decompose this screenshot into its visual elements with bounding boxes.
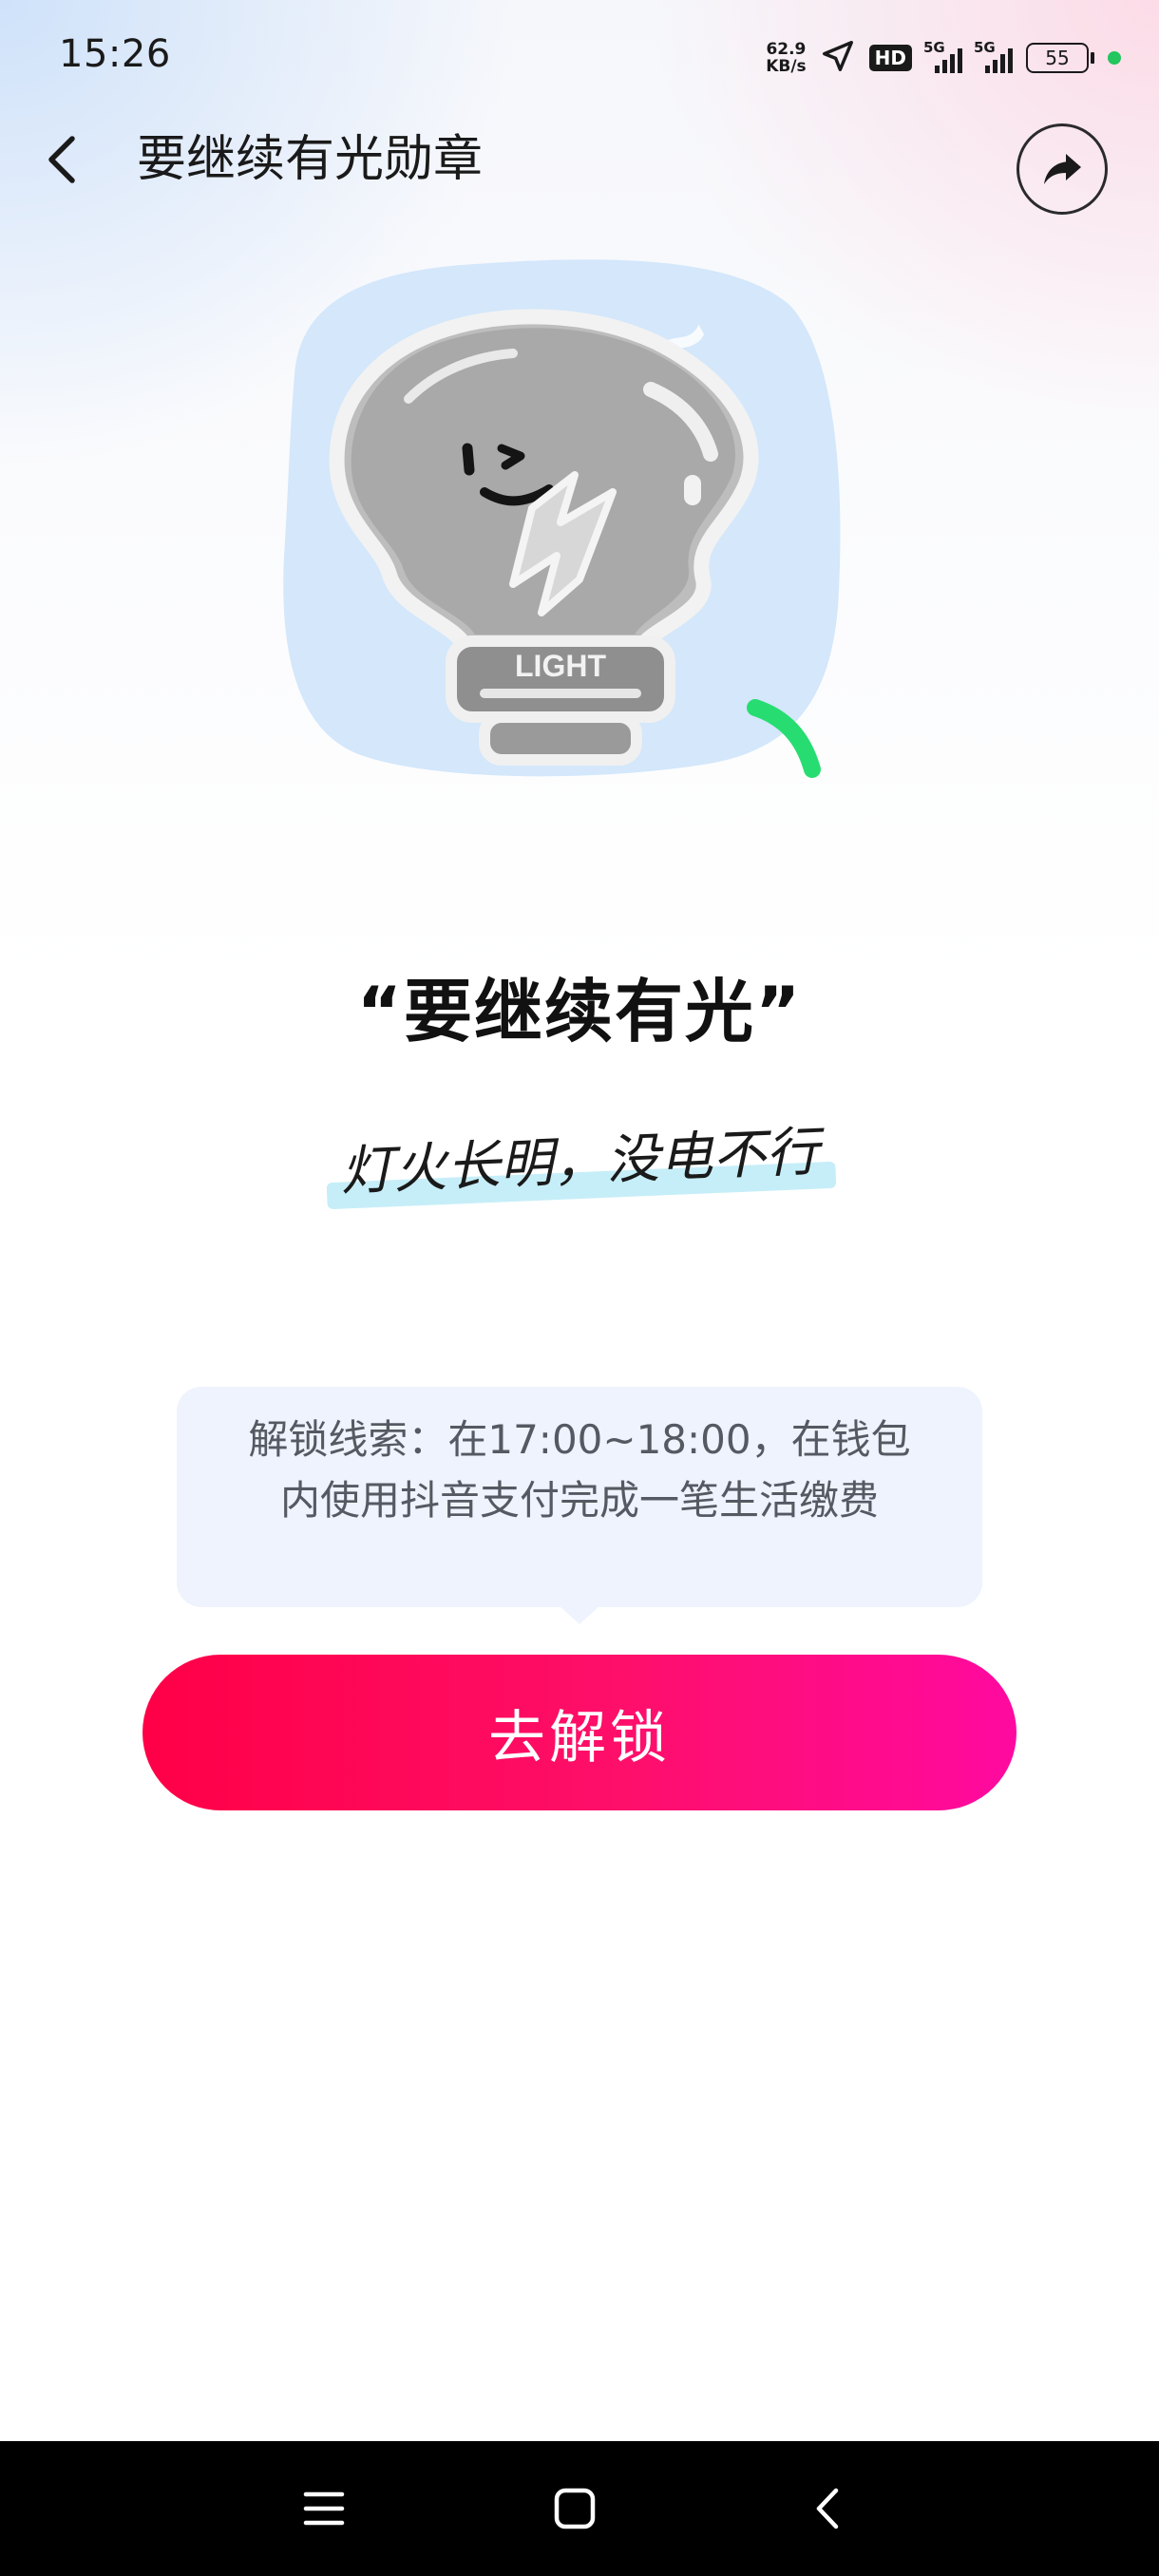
chevron-left-icon	[48, 136, 75, 183]
signal-label: 5G	[923, 39, 945, 56]
badge-image: home~ LIGHT	[256, 237, 864, 845]
menu-icon	[303, 2491, 345, 2526]
network-speed-value: 62.9	[766, 40, 807, 59]
unlock-hint-text: 解锁线索：在17:00~18:00，在钱包内使用抖音支付完成一笔生活缴费	[248, 1416, 911, 1524]
back-icon	[816, 2488, 839, 2529]
battery-icon: 55	[1026, 43, 1094, 73]
slogan-text: 灯火长明，没电不行	[339, 1121, 821, 1203]
badge-name: “要继续有光”	[356, 972, 803, 1051]
share-button[interactable]	[1016, 123, 1108, 215]
back-button[interactable]	[34, 129, 95, 190]
home-icon	[554, 2488, 596, 2529]
network-speed: 62.9 KB/s	[766, 41, 806, 75]
light-bulb-badge-icon: home~ LIGHT	[283, 259, 841, 778]
badge-slogan: 灯火长明，没电不行	[323, 1119, 837, 1214]
signal-icon-secondary: 5G	[974, 39, 1013, 73]
system-back-button[interactable]	[796, 2475, 863, 2542]
system-navigation-bar	[0, 2441, 1159, 2576]
network-speed-unit: KB/s	[766, 57, 807, 76]
signal-icon: 5G	[923, 39, 962, 73]
signal-label-secondary: 5G	[974, 39, 996, 56]
status-icons: 62.9 KB/s HD 5G 5G 55	[766, 34, 1121, 82]
battery-level: 55	[1026, 43, 1089, 73]
unlock-hint-bubble: 解锁线索：在17:00~18:00，在钱包内使用抖音支付完成一笔生活缴费	[177, 1387, 982, 1607]
status-time: 15:26	[59, 32, 171, 76]
hint-bubble-pointer	[559, 1605, 600, 1624]
location-icon	[820, 38, 856, 78]
privacy-dot-icon	[1108, 51, 1121, 65]
home-button[interactable]	[542, 2475, 608, 2542]
unlock-button[interactable]: 去解锁	[142, 1655, 1016, 1810]
share-icon	[1044, 154, 1081, 184]
svg-text:LIGHT: LIGHT	[515, 649, 606, 683]
hd-icon: HD	[868, 45, 912, 71]
page-title: 要继续有光勋章	[137, 131, 484, 188]
recent-apps-button[interactable]	[291, 2475, 357, 2542]
status-bar: 15:26 62.9 KB/s HD 5G 5G 55	[0, 0, 1159, 114]
